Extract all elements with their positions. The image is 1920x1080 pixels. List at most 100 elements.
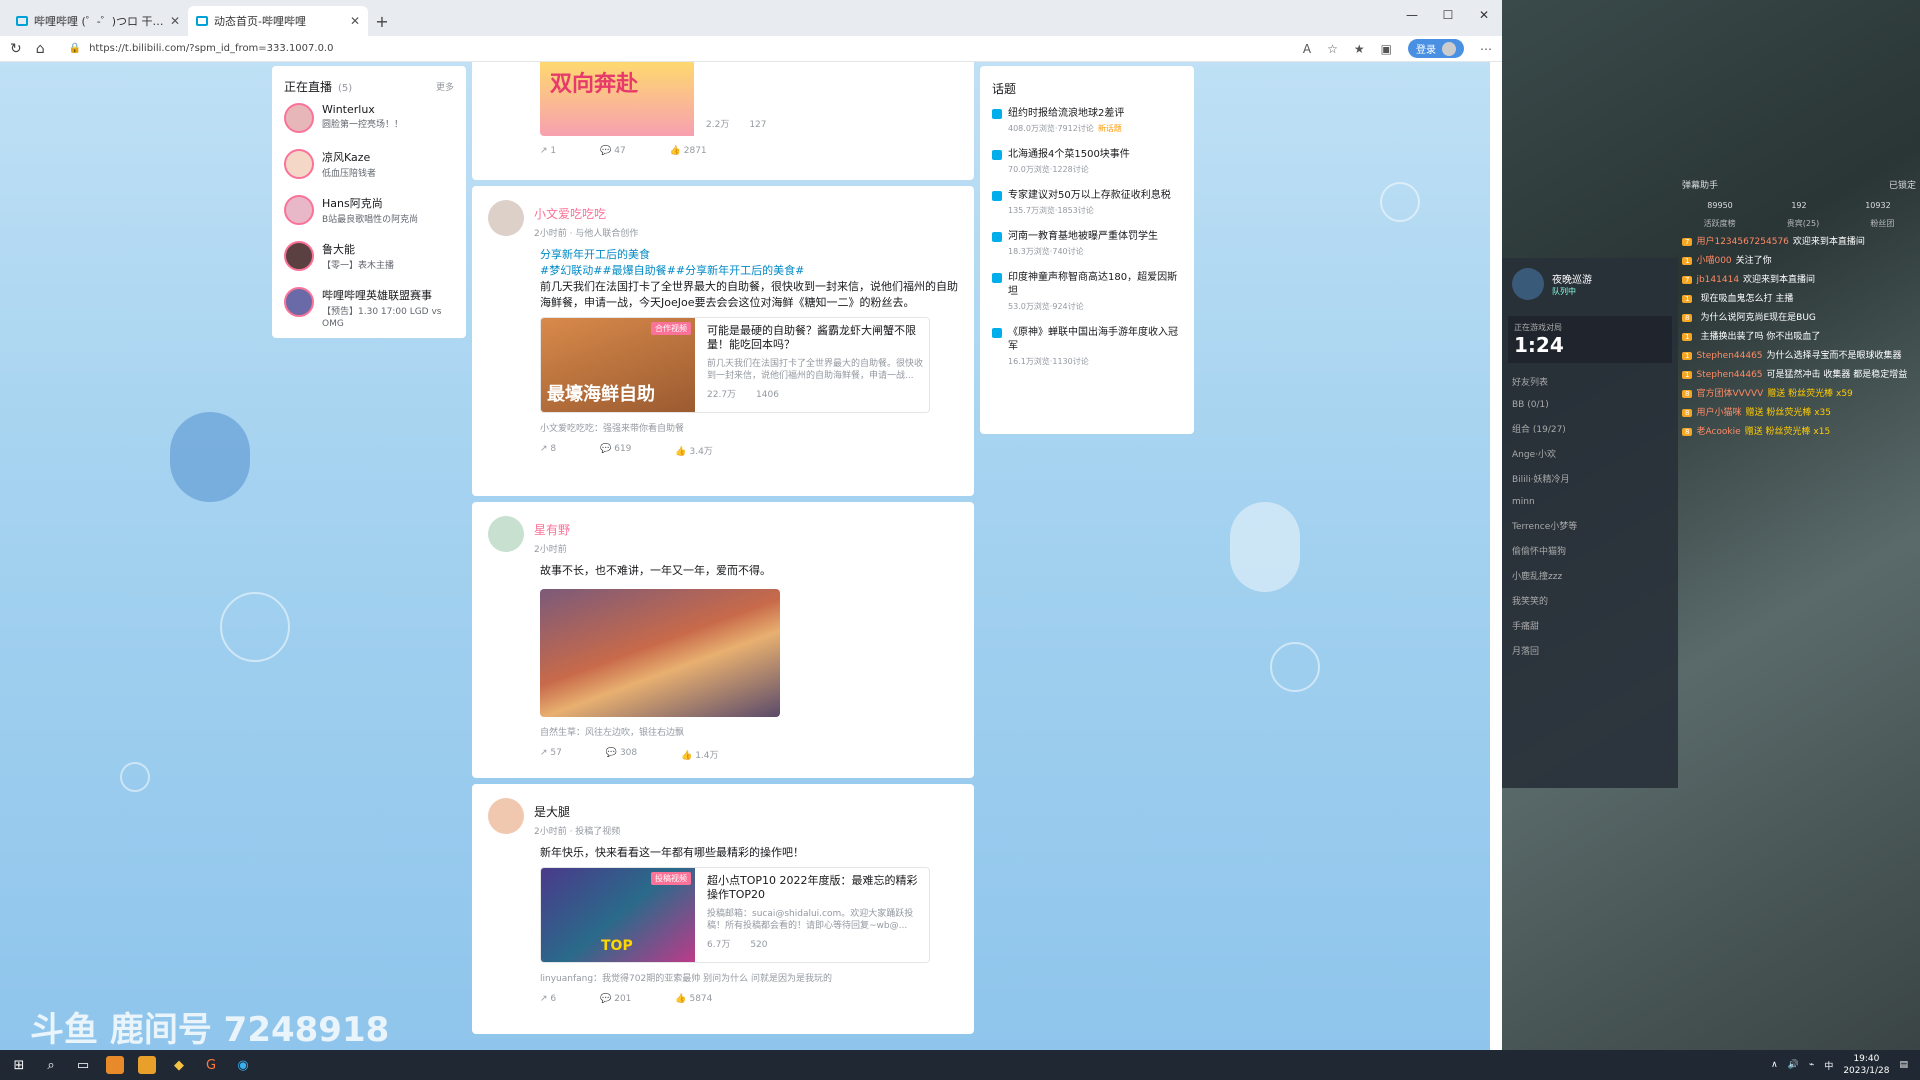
post-author[interactable]: 小文爱吃吃吃 [534, 205, 638, 222]
topic-item[interactable]: 印度神童声称智商高达180，超爱因斯坦 53.0万浏览·924讨论 [992, 271, 1182, 312]
post-image[interactable] [540, 589, 780, 717]
close-window-icon[interactable]: ✕ [1466, 0, 1502, 30]
comment-button[interactable]: 💬 47 [600, 146, 626, 156]
share-button[interactable]: ↗ 1 [540, 146, 556, 156]
app-icon[interactable] [106, 1056, 124, 1074]
friend-item[interactable]: 手痛甜 [1502, 613, 1678, 638]
friend-item[interactable]: 偷偷怀中猫狗 [1502, 538, 1678, 563]
network-icon[interactable]: ⌁ [1809, 1060, 1814, 1070]
task-view-icon[interactable]: ▭ [74, 1056, 92, 1074]
topic-item[interactable]: 专家建议对50万以上存款征收利息税 135.7万浏览·1853讨论 [992, 189, 1182, 216]
chat-tab[interactable]: 活跃度榜 [1704, 218, 1736, 229]
live-item[interactable]: 哔哩哔哩英雄联盟赛事 【预告】1.30 17:00 LGD vs OMG [284, 287, 454, 329]
home-icon[interactable]: ⌂ [36, 41, 45, 57]
friend-item[interactable]: Bilili·妖精冷月 [1502, 466, 1678, 491]
friend-item[interactable]: 月落回 [1502, 638, 1678, 663]
danmaku-count: 1406 [756, 390, 779, 400]
top-comment: 小文爱吃吃吃：强强来带你看自助餐 [540, 424, 685, 434]
video-card[interactable]: 投稿视频 TOP 超小点TOP10 2022年度版：最难忘的精彩操作TOP20 … [540, 867, 930, 963]
post-actions: ↗ 57 💬 308 👍 1.4万 [540, 748, 958, 761]
friend-group[interactable]: BB (0/1) [1502, 394, 1678, 416]
system-tray: ∧ 🔊 ⌁ 中 19:40 2023/1/28 ▤ [1771, 1050, 1908, 1080]
comment-button[interactable]: 💬 308 [606, 748, 637, 761]
favorite-add-icon[interactable]: ☆ [1327, 42, 1338, 56]
live-item[interactable]: 凉风Kaze 低血压陪钱者 [284, 149, 454, 183]
video-desc: 前几天我们在法国打卡了全世界最大的自助餐。很快收到一封来信，说他们福州的自助海鲜… [707, 359, 924, 381]
video-card[interactable]: 双向奔赴 2.2万 127 [540, 62, 930, 136]
edge-icon[interactable]: ◉ [234, 1056, 252, 1074]
g-app-icon[interactable]: G [202, 1056, 220, 1074]
live-subtitle: 低血压陪钱者 [322, 169, 377, 179]
friend-item[interactable]: 我笑笑的 [1502, 588, 1678, 613]
share-button[interactable]: ↗ 8 [540, 444, 556, 457]
post-author[interactable]: 是大腿 [534, 803, 620, 820]
notification-icon[interactable]: ▤ [1899, 1060, 1908, 1070]
profile-avatar [1442, 41, 1456, 56]
chat-tab[interactable]: 粉丝团 [1870, 218, 1894, 229]
like-button[interactable]: 👍 1.4万 [681, 748, 718, 761]
ime-indicator[interactable]: 中 [1824, 1059, 1833, 1072]
post-tag[interactable]: 分享新年开工后的美食 [540, 247, 958, 263]
live-item[interactable]: Winterlux 圆脸第一控亮场！！ [284, 103, 454, 137]
post-topics[interactable]: #梦幻联动##最爆自助餐##分享新年开工后的美食# [540, 263, 958, 279]
avatar[interactable] [488, 516, 524, 552]
tab-dynamic[interactable]: 动态首页-哔哩哔哩 ✕ [188, 6, 368, 36]
chat-lock-status[interactable]: 已锁定 [1889, 178, 1916, 191]
video-title[interactable]: 超小点TOP10 2022年度版：最难忘的精彩操作TOP20 [707, 874, 923, 902]
topic-item[interactable]: 纽约时报给流浪地球2差评 408.0万浏览·7912讨论 新话题 [992, 107, 1182, 134]
topic-item[interactable]: 《原神》蝉联中国出海手游年度收入冠军 16.1万浏览·1130讨论 [992, 326, 1182, 367]
stat-popularity: 89950 [1707, 201, 1733, 210]
topic-item[interactable]: 河南一教育基地被曝严重体罚学生 18.3万浏览·740讨论 [992, 230, 1182, 257]
clock[interactable]: 19:40 2023/1/28 [1843, 1053, 1889, 1077]
video-badge: 投稿视频 [651, 872, 691, 885]
post-author[interactable]: 星有野 [534, 521, 570, 538]
more-menu-icon[interactable]: ⋯ [1480, 42, 1492, 56]
maximize-icon[interactable]: ☐ [1430, 0, 1466, 30]
collections-icon[interactable]: ▣ [1381, 42, 1392, 56]
thumbnail-text: 最壕海鲜自助 [547, 384, 655, 405]
search-icon[interactable]: ⌕ [42, 1056, 60, 1074]
friend-group[interactable]: 组合 (19/27) [1502, 416, 1678, 441]
live-item[interactable]: 鲁大能 【零一】表木主播 [284, 241, 454, 275]
friend-item[interactable]: Terrence小梦等 [1502, 513, 1678, 538]
chat-gift: 8 官方团体VVVVV 赠送 粉丝荧光棒 x59 [1678, 385, 1920, 404]
friend-item[interactable]: 小鹿乱撞zzz [1502, 563, 1678, 588]
post-meta: 2小时前 [534, 545, 567, 555]
tray-chevron-icon[interactable]: ∧ [1771, 1060, 1778, 1070]
stat-likes: 10932 [1865, 201, 1891, 210]
video-card[interactable]: 合作视频 最壕海鲜自助 可能是最硬的自助餐？酱霸龙虾大闸蟹不限量！能吃回本吗？ … [540, 317, 930, 413]
friends-label: 好友列表 [1512, 378, 1549, 388]
volume-icon[interactable]: 🔊 [1788, 1060, 1799, 1070]
app-icon[interactable] [138, 1056, 156, 1074]
comment-button[interactable]: 💬 201 [600, 994, 631, 1004]
avatar[interactable] [488, 200, 524, 236]
like-button[interactable]: 👍 5874 [675, 994, 712, 1004]
tab-bilibili-home[interactable]: 哔哩哔哩 (゜-゜)つロ 干杯~-bilil ✕ [8, 6, 188, 36]
play-count: 2.2万 [706, 120, 730, 130]
new-tab-button[interactable]: + [368, 6, 396, 36]
share-button[interactable]: ↗ 6 [540, 994, 556, 1004]
comment-button[interactable]: 💬 619 [600, 444, 631, 457]
topic-icon [992, 150, 1002, 160]
minimize-icon[interactable]: — [1394, 0, 1430, 30]
login-button[interactable]: 登录 [1408, 39, 1464, 58]
share-button[interactable]: ↗ 57 [540, 748, 562, 761]
refresh-icon[interactable]: ↻ [10, 41, 22, 57]
like-button[interactable]: 👍 3.4万 [675, 444, 712, 457]
friend-item[interactable]: Ange·小欢 [1502, 441, 1678, 466]
video-title[interactable]: 可能是最硬的自助餐？酱霸龙虾大闸蟹不限量！能吃回本吗？ [707, 324, 923, 352]
read-aloud-icon[interactable]: A [1303, 42, 1311, 56]
topic-item[interactable]: 北海通报4个菜1500块事件 70.0万浏览·1228讨论 [992, 148, 1182, 175]
close-tab-icon[interactable]: ✕ [170, 14, 180, 28]
start-icon[interactable]: ⊞ [10, 1056, 28, 1074]
url-field[interactable]: 🔒 https://t.bilibili.com/?spm_id_from=33… [59, 43, 1289, 54]
live-item[interactable]: Hans阿克尚 B站最良歌唱性の阿克尚 [284, 195, 454, 229]
friend-item[interactable]: minn [1502, 491, 1678, 513]
avatar[interactable] [488, 798, 524, 834]
favorites-icon[interactable]: ★ [1354, 42, 1365, 56]
close-tab-icon[interactable]: ✕ [350, 14, 360, 28]
live-more-link[interactable]: 更多 [436, 80, 454, 93]
like-button[interactable]: 👍 2871 [670, 146, 707, 156]
chat-tab[interactable]: 贵宾(25) [1787, 218, 1819, 229]
league-icon[interactable]: ◆ [170, 1056, 188, 1074]
